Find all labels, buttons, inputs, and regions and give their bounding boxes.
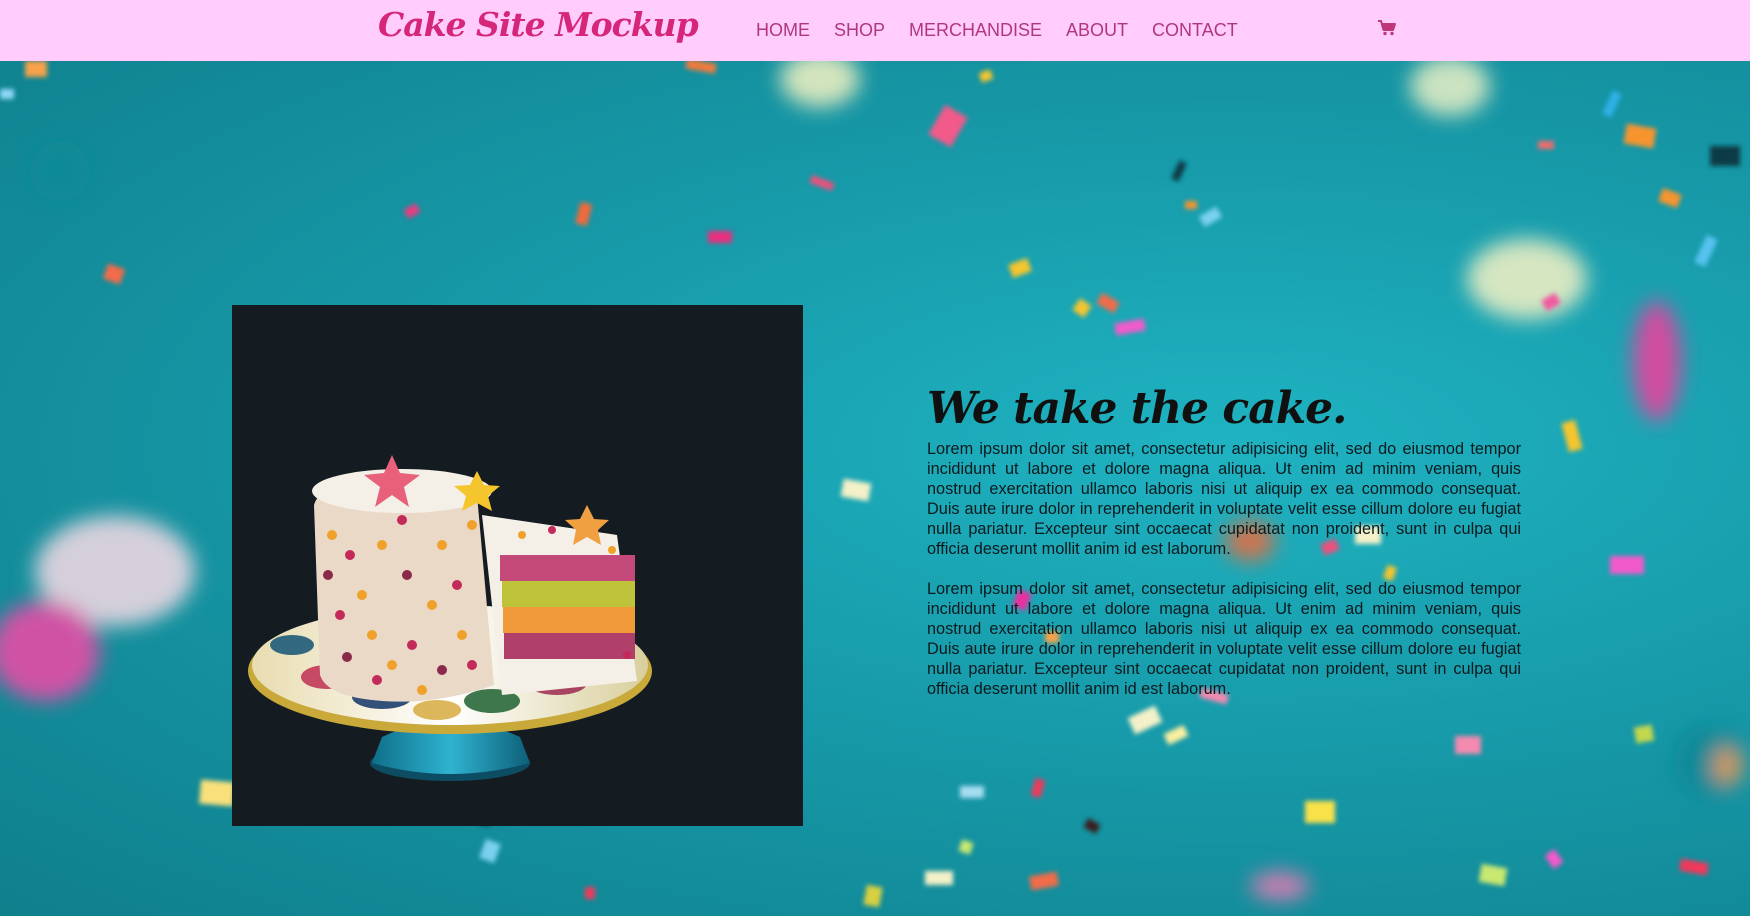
nav-item-about[interactable]: ABOUT — [1066, 20, 1128, 41]
shopping-cart-icon[interactable] — [1377, 18, 1397, 38]
nav-item-merchandise[interactable]: MERCHANDISE — [909, 20, 1042, 41]
cake-photo — [232, 305, 803, 826]
nav-item-home[interactable]: HOME — [756, 20, 810, 41]
intro-content: We take the cake. Lorem ipsum dolor sit … — [927, 381, 1521, 719]
intro-paragraph: Lorem ipsum dolor sit amet, consectetur … — [927, 440, 1521, 558]
brand-logo[interactable]: Cake Site Mockup — [378, 0, 699, 50]
hero-headline: We take the cake. — [927, 383, 1348, 434]
nav-item-contact[interactable]: CONTACT — [1152, 20, 1238, 41]
main-nav: HOME SHOP MERCHANDISE ABOUT CONTACT — [756, 0, 1262, 61]
hero-section: We take the cake. Lorem ipsum dolor sit … — [0, 61, 1750, 916]
nav-item-shop[interactable]: SHOP — [834, 20, 885, 41]
intro-paragraph: Lorem ipsum dolor sit amet, consectetur … — [927, 580, 1521, 698]
top-navbar: Cake Site Mockup HOME SHOP MERCHANDISE A… — [0, 0, 1750, 61]
